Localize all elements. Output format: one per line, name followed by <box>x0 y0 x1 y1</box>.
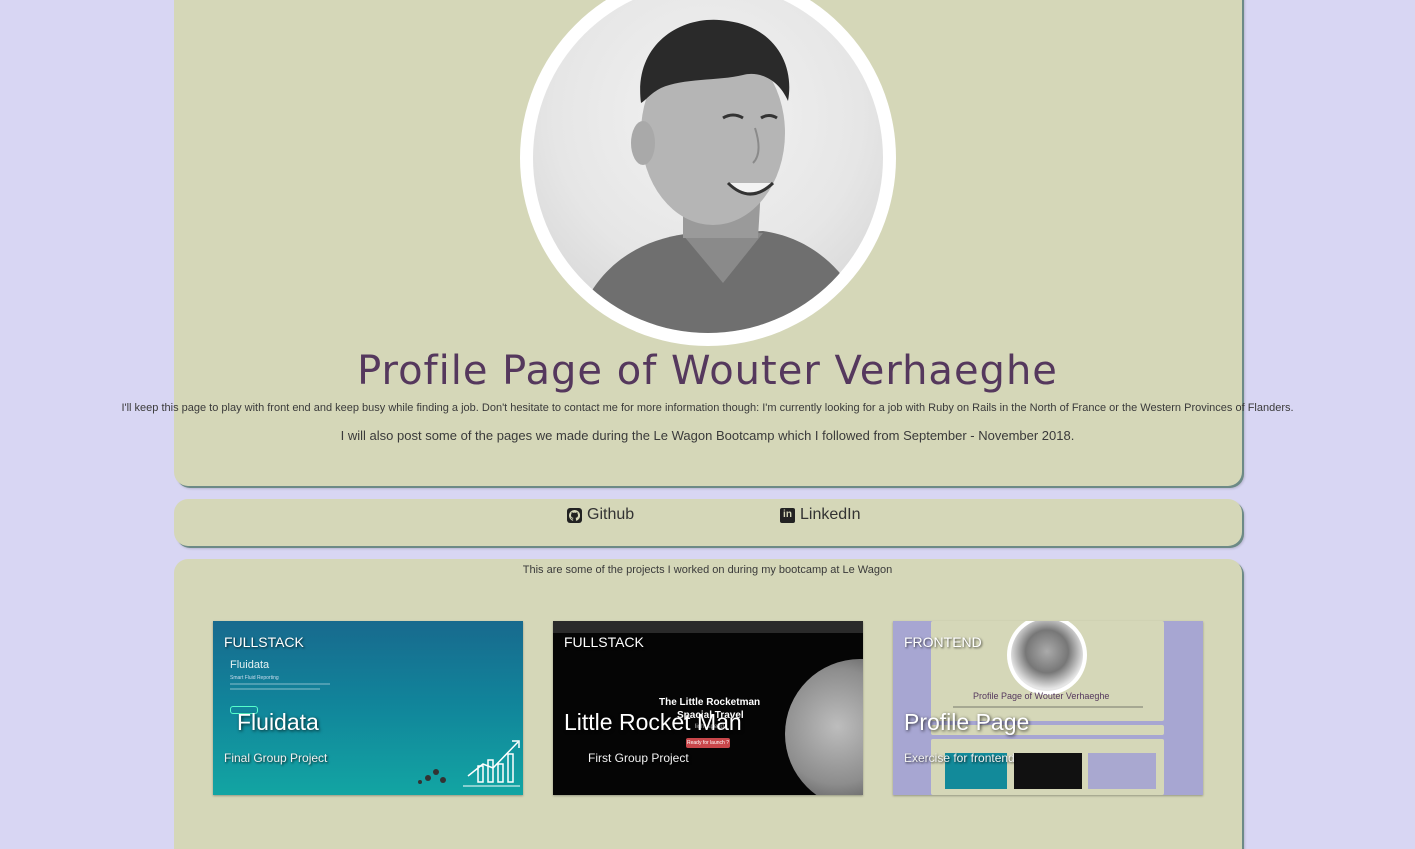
preview-tagline: Smart Fluid Reporting <box>230 675 279 681</box>
avatar <box>533 0 883 333</box>
project-name: Fluidata <box>237 709 319 735</box>
bootcamp-text: I will also post some of the pages we ma… <box>340 428 1075 443</box>
intro-text: I'll keep this page to play with front e… <box>121 402 1294 414</box>
project-card-little-rocket-man[interactable]: The Little Rocketman Spacial Travel ligh… <box>553 621 863 795</box>
preview-title-1: The Little Rocketman <box>659 697 761 708</box>
project-category: FULLSTACK <box>224 634 304 650</box>
project-category: FRONTEND <box>904 634 982 650</box>
avatar-ring <box>520 0 896 346</box>
linkedin-icon: in <box>780 507 795 523</box>
projects-heading: This are some of the projects I worked o… <box>522 564 893 576</box>
github-icon <box>567 507 582 523</box>
project-name: Little Rocket Man <box>564 709 742 735</box>
social-links-panel <box>174 499 1242 546</box>
preview-title: Profile Page of Wouter Verhaeghe <box>973 691 1110 701</box>
preview-text-line <box>953 706 1143 708</box>
preview-text-line <box>230 683 330 685</box>
project-description: Exercise for frontend <box>904 751 1015 765</box>
project-category: FULLSTACK <box>564 634 644 650</box>
preview-text-line <box>230 688 320 690</box>
preview-thumb <box>1088 753 1156 789</box>
linkedin-link[interactable]: in LinkedIn <box>780 505 861 525</box>
preview-avatar <box>1011 621 1083 691</box>
preview-launch-button: Ready for launch ? <box>686 738 730 748</box>
moon-image <box>785 659 863 795</box>
preview-navbar <box>553 621 863 633</box>
project-card-profile-page[interactable]: Profile Page of Wouter Verhaeghe FRONTEN… <box>893 621 1203 795</box>
github-label: Github <box>587 506 635 523</box>
profile-photo <box>573 19 873 333</box>
preview-brand: Fluidata <box>230 659 270 671</box>
project-card-fluidata[interactable]: Fluidata Smart Fluid Reporting FULLSTACK… <box>213 621 523 795</box>
preview-thumb <box>1014 753 1082 789</box>
project-description: First Group Project <box>588 751 689 765</box>
growth-chart-icon <box>418 740 520 787</box>
project-description: Final Group Project <box>224 751 328 765</box>
github-link[interactable]: Github <box>567 505 634 525</box>
linkedin-label: LinkedIn <box>800 506 861 523</box>
project-name: Profile Page <box>904 709 1030 735</box>
page-title: Profile Page of Wouter Verhaeghe <box>357 348 1058 394</box>
